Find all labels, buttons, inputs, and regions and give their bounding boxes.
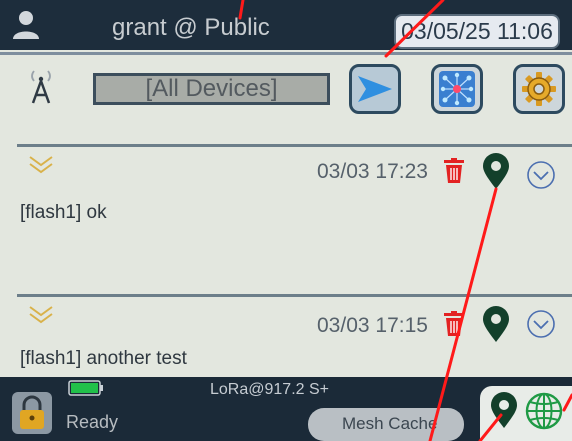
expand-chevron-icon[interactable]	[28, 304, 54, 326]
settings-button[interactable]	[513, 64, 565, 114]
message-item[interactable]: 03/03 17:23 [flash1] ok	[0, 150, 572, 270]
mesh-cache-button[interactable]: Mesh Cache	[308, 408, 464, 441]
header-bar: grant @ Public 03/05/25 11:06	[0, 0, 572, 50]
send-button[interactable]	[349, 64, 401, 114]
datetime-display: 03/05/25 11:06	[394, 14, 560, 49]
message-timestamp: 03/03 17:23	[317, 160, 428, 183]
location-pin-icon[interactable]	[489, 391, 519, 429]
message-divider	[17, 144, 572, 147]
send-icon	[358, 76, 392, 102]
chevron-down-circle-icon[interactable]	[526, 309, 556, 339]
radio-status-label: LoRa@917.2 S+	[210, 381, 329, 398]
chevron-down-circle-icon[interactable]	[526, 160, 556, 190]
lock-icon[interactable]	[12, 392, 52, 434]
mesh-network-button[interactable]	[431, 64, 483, 114]
location-pin-icon[interactable]	[481, 152, 511, 190]
message-divider	[17, 294, 572, 297]
user-avatar-icon[interactable]	[10, 8, 42, 40]
message-text: [flash1] another test	[20, 348, 187, 369]
delete-trash-icon[interactable]	[443, 158, 465, 184]
globe-icon[interactable]	[524, 391, 564, 431]
connection-state-label: Ready	[66, 412, 119, 432]
toolbar-border	[0, 52, 572, 55]
channel-title: grant @ Public	[112, 14, 270, 41]
location-pin-icon[interactable]	[481, 305, 511, 343]
antenna-icon[interactable]	[26, 65, 56, 105]
message-text: [flash1] ok	[20, 202, 107, 223]
gear-icon	[522, 72, 556, 106]
mesh-network-icon	[439, 71, 475, 107]
message-timestamp: 03/03 17:15	[317, 314, 428, 337]
expand-chevron-icon[interactable]	[28, 154, 54, 176]
device-filter-select[interactable]: [All Devices]	[93, 73, 330, 105]
delete-trash-icon[interactable]	[443, 311, 465, 337]
battery-icon	[68, 380, 103, 396]
device-screen: grant @ Public 03/05/25 11:06 [All Devic…	[0, 0, 572, 441]
